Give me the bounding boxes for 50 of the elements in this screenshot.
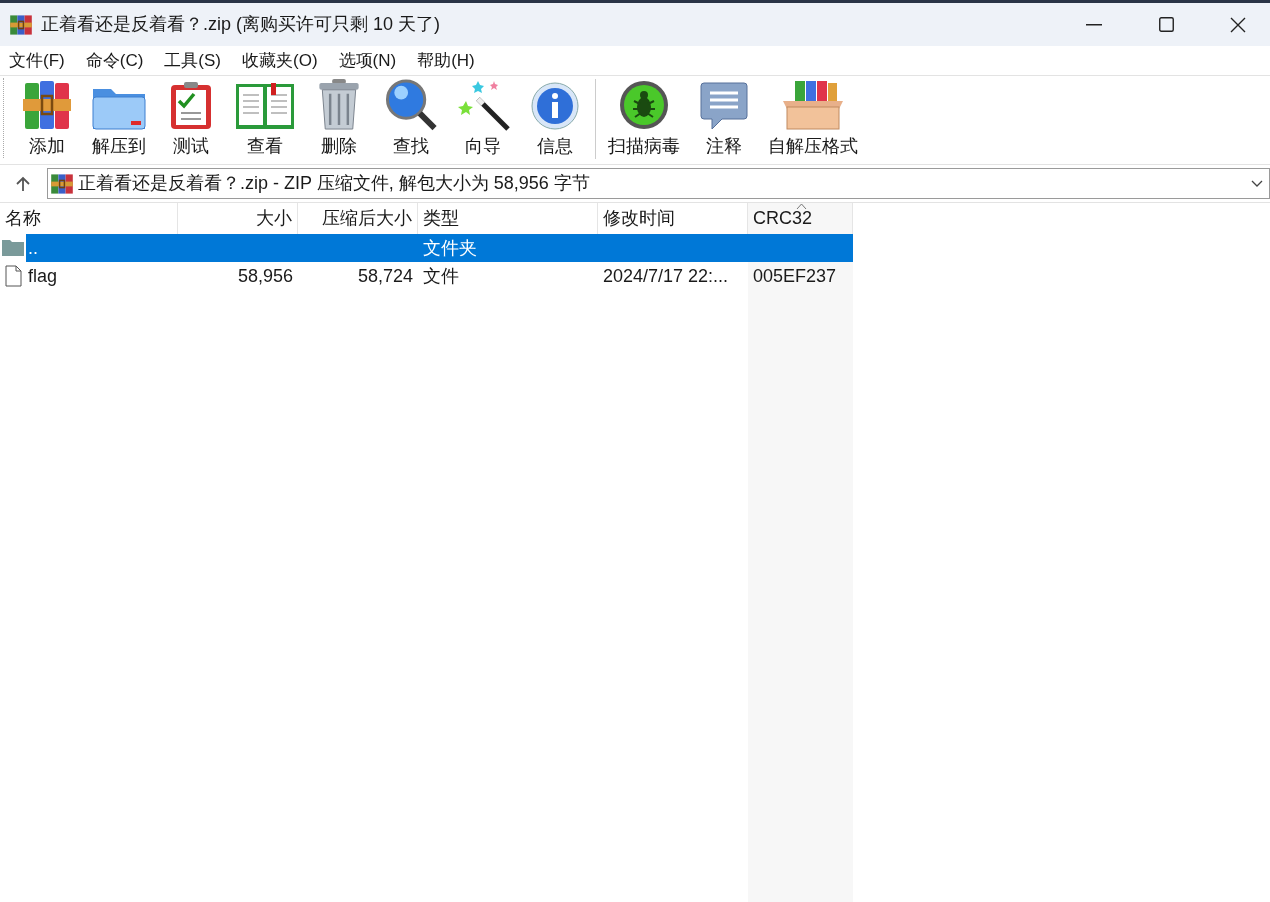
table-cell-text: 58,956 [237,264,293,288]
table-row[interactable]: flag 58,956 58,724 文件 2024/7/17 22:... 005EF237 [26,262,853,290]
menu-item[interactable]: 文件(F) [0,47,74,74]
maximize-icon[interactable] [1159,17,1174,32]
toolbar-button[interactable]: 测试 [155,78,227,160]
toolbar-button[interactable]: 查找 [375,78,447,160]
close-icon[interactable] [1230,16,1246,33]
speech-bubble-icon [700,81,748,131]
table-cell-text: 005EF237 [753,264,837,288]
clipboard-checklist-icon [169,81,213,131]
table-cell-text: flag [28,264,58,288]
sort-caret-icon [796,203,807,210]
toolbar-button[interactable]: 注释 [688,78,760,160]
address-text: 正着看还是反着看？.zip - ZIP 压缩文件, 解包大小为 58,956 字节 [78,172,591,195]
magnifier-icon [384,78,438,131]
trash-can-icon [316,78,362,131]
table-cell-text: 文件夹 [423,236,477,260]
toolbar-button[interactable]: 添加 [11,78,83,160]
bug-icon [618,79,670,131]
archive-books-icon [50,171,74,196]
toolbar-button[interactable]: 信息 [519,78,591,160]
minimize-icon[interactable] [1086,23,1102,26]
toolbar-button[interactable]: 扫描病毒 [600,78,688,160]
menu-item[interactable]: 工具(S) [155,47,230,74]
toolbar-button[interactable]: 删除 [303,78,375,160]
toolbar-button[interactable]: 解压到 [83,78,155,160]
dropdown-caret-icon[interactable] [1251,179,1263,188]
open-book-icon [235,81,295,131]
toolbar-button[interactable]: 向导 [447,78,519,160]
table-cell-text: .. [28,236,38,260]
menu-item[interactable]: 选项(N) [329,47,406,74]
selected-row[interactable]: .. 文件夹 [26,234,853,262]
archive-books-icon [22,79,72,131]
menu-item[interactable]: 命令(C) [76,47,153,74]
up-arrow-icon[interactable] [15,175,31,192]
menu-item[interactable]: 帮助(H) [408,47,484,74]
toolbar-button[interactable]: 查看 [227,78,303,160]
archive-books-icon [9,12,33,37]
address-field[interactable]: 正着看还是反着看？.zip - ZIP 压缩文件, 解包大小为 58,956 字节 [47,168,1270,199]
folder-icon [1,239,25,257]
table-cell-text: 文件 [423,264,459,288]
magic-wand-icon [456,79,510,131]
table-cell-text: 58,724 [357,264,413,288]
file-icon [4,265,22,287]
box-with-books-icon [781,79,845,131]
toolbar-button[interactable]: 自解压格式 [760,78,866,160]
window-title: 正着看还是反着看？.zip (离购买许可只剩 10 天了) [41,13,441,36]
info-icon [530,81,580,131]
menu-item[interactable]: 收藏夹(O) [233,47,327,74]
table-cell-text: 2024/7/17 22:... [603,264,729,288]
